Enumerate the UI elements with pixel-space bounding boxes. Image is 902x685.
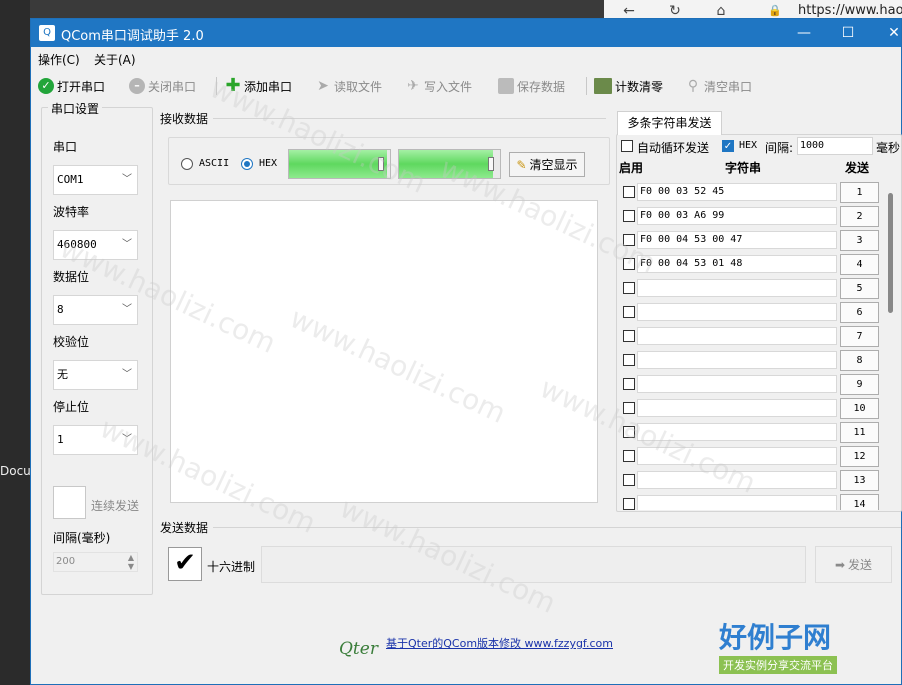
spin-arrows-icon[interactable]: ▲ ▼ [128,553,134,571]
row-enable-checkbox[interactable] [623,450,635,462]
row-enable-checkbox[interactable] [623,186,635,198]
row-send-button[interactable]: 11 [840,422,879,443]
send-title: 发送数据 [160,521,209,535]
row-send-button[interactable]: 8 [840,350,879,371]
qcom-window: Q QCom串口调试助手 2.0 — ☐ ✕ 操作(C) 关于(A) ✓ 打开串… [30,18,902,685]
interval-spinbox[interactable]: 200 ▲ ▼ [53,552,138,572]
row-string-input[interactable] [637,303,837,321]
qter-logo: Qter [339,639,378,659]
row-send-button[interactable]: 1 [840,182,879,203]
row-string-input[interactable] [637,279,837,297]
hex-send-checkbox[interactable]: ✔ [168,547,202,581]
row-enable-checkbox[interactable] [623,234,635,246]
row-enable-checkbox[interactable] [623,498,635,510]
row-send-button[interactable]: 7 [840,326,879,347]
row-string-input[interactable]: F0 00 04 53 01 48 [637,255,837,273]
row-send-button[interactable]: 2 [840,206,879,227]
send-button-label: 发送 [848,558,873,572]
hex-send-label: 十六进制 [207,560,256,574]
footer-link[interactable]: 基于Qter的QCom版本修改 www.fzzygf.com [386,635,613,651]
row-string-input[interactable] [637,447,837,465]
row-enable-checkbox[interactable] [623,378,635,390]
background-window-label: Docu [0,464,31,478]
row-enable-checkbox[interactable] [623,402,635,414]
brand-sub-text: 开发实例分享交流平台 [719,656,837,674]
row-send-button[interactable]: 10 [840,398,879,419]
row-enable-checkbox[interactable] [623,210,635,222]
row-send-button[interactable]: 9 [840,374,879,395]
row-send-button[interactable]: 14 [840,494,879,510]
send-button[interactable]: ➡ 发送 [815,546,892,583]
row-send-button[interactable]: 5 [840,278,879,299]
row-string-input[interactable]: F0 00 03 A6 99 [637,207,837,225]
row-send-button[interactable]: 13 [840,470,879,491]
row-enable-checkbox[interactable] [623,354,635,366]
brand-logo-text: 好例子网 [719,621,832,654]
row-send-button[interactable]: 12 [840,446,879,467]
row-string-input[interactable]: F0 00 04 53 00 47 [637,231,837,249]
row-string-input[interactable] [637,471,837,489]
interval-label: 间隔(毫秒) [53,531,111,545]
send-title-line [213,527,901,528]
row-string-input[interactable] [637,351,837,369]
interval-value: 200 [56,556,76,567]
row-string-input[interactable] [637,423,837,441]
background-desktop: Docu [0,0,31,685]
scroll-thumb[interactable] [888,193,893,313]
row-send-button[interactable]: 6 [840,302,879,323]
row-enable-checkbox[interactable] [623,426,635,438]
row-send-button[interactable]: 3 [840,230,879,251]
row-string-input[interactable] [637,399,837,417]
multi-send-rows: F0 00 03 52 45 1 F0 00 03 A6 99 2 F0 00 04 5… [31,19,901,510]
row-string-input[interactable] [637,375,837,393]
multi-send-scrollbar[interactable] [885,183,897,509]
row-string-input[interactable]: F0 00 03 52 45 [637,183,837,201]
row-send-button[interactable]: 4 [840,254,879,275]
row-enable-checkbox[interactable] [623,258,635,270]
send-text-input[interactable] [261,546,806,583]
row-string-input[interactable] [637,327,837,345]
row-string-input[interactable] [637,495,837,510]
arrow-right-icon: ➡ [834,557,846,572]
row-enable-checkbox[interactable] [623,306,635,318]
row-enable-checkbox[interactable] [623,330,635,342]
row-enable-checkbox[interactable] [623,474,635,486]
row-enable-checkbox[interactable] [623,282,635,294]
